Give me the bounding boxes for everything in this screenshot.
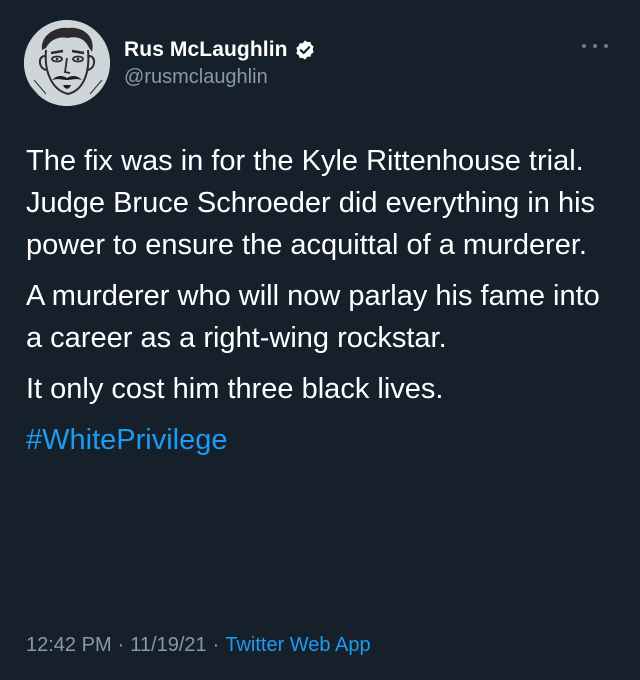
tweet-date[interactable]: 11/19/21 — [130, 634, 206, 656]
tweet-paragraph: The fix was in for the Kyle Rittenhouse … — [26, 145, 596, 261]
more-dot — [604, 44, 608, 48]
tweet-text: The fix was in for the Kyle Rittenhouse … — [26, 140, 618, 461]
tweet-source-link[interactable]: Twitter Web App — [225, 634, 370, 656]
avatar-illustration — [24, 20, 110, 106]
tweet-meta: 12:42 PM · 11/19/21 · Twitter Web App — [26, 634, 371, 657]
tweet-paragraph: A murderer who will now parlay his fame … — [26, 280, 600, 354]
tweet-paragraph: It only cost him three black lives. — [26, 373, 444, 405]
verified-badge-icon — [294, 39, 316, 61]
author-display-name[interactable]: Rus McLaughlin — [124, 38, 288, 62]
avatar[interactable] — [24, 20, 110, 106]
meta-separator: · — [212, 634, 220, 656]
tweet-time[interactable]: 12:42 PM — [26, 634, 112, 656]
meta-separator: · — [117, 634, 125, 656]
author-handle[interactable]: @rusmclaughlin — [124, 66, 316, 89]
tweet-card: Rus McLaughlin @rusmclaughlin The fix wa… — [0, 0, 640, 680]
more-dot — [593, 44, 597, 48]
more-options-icon[interactable] — [582, 40, 608, 52]
hashtag-link[interactable]: #WhitePrivilege — [26, 419, 618, 461]
more-dot — [582, 44, 586, 48]
author-info: Rus McLaughlin @rusmclaughlin — [124, 36, 316, 89]
tweet-header: Rus McLaughlin @rusmclaughlin — [24, 20, 616, 106]
author-name-row: Rus McLaughlin — [124, 36, 316, 64]
